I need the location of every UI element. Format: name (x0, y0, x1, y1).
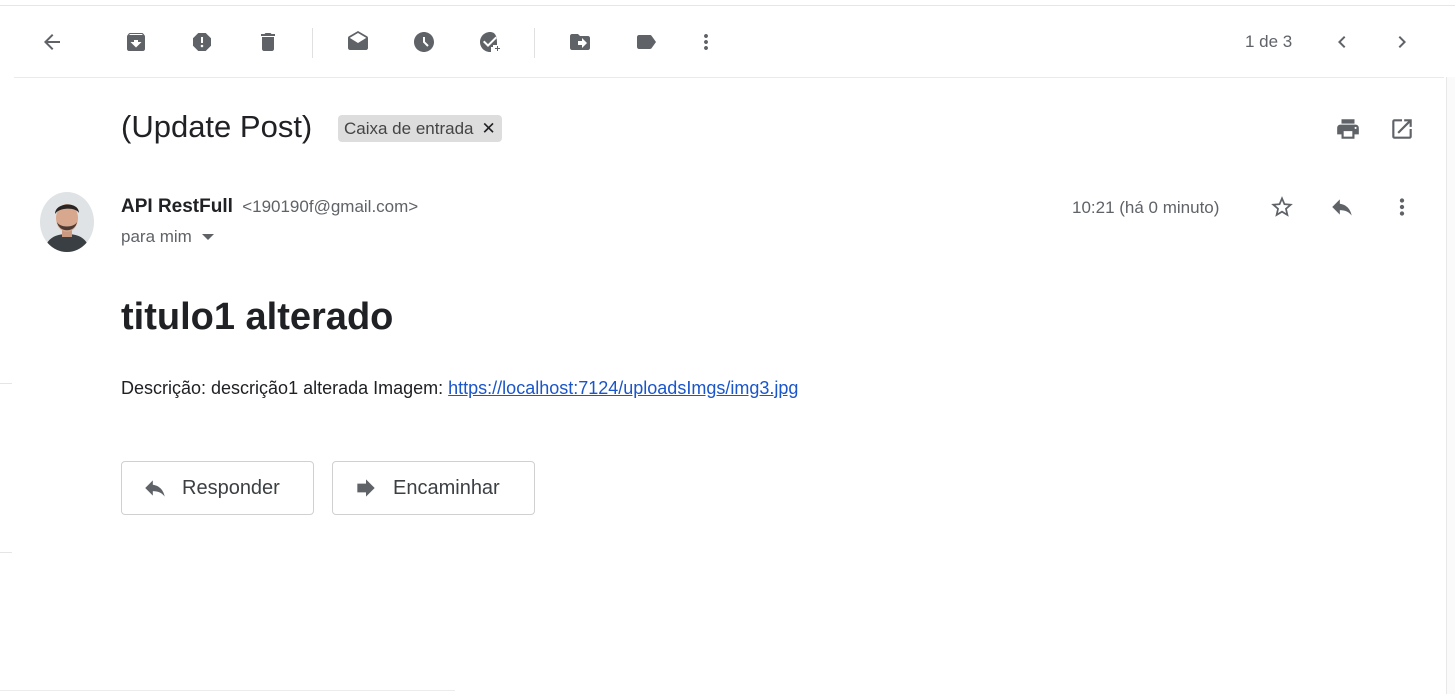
label-chip-text: Caixa de entrada (344, 118, 474, 138)
labels-icon[interactable] (626, 22, 666, 62)
scrollbar[interactable] (1446, 77, 1455, 694)
label-chip-inbox[interactable]: Caixa de entrada ✕ (338, 115, 502, 142)
description-text: Descrição: descrição1 alterada Imagem: (121, 378, 449, 398)
reply-icon[interactable] (1324, 189, 1360, 225)
avatar[interactable] (40, 192, 94, 252)
star-icon[interactable] (1264, 189, 1300, 225)
divider (0, 690, 455, 691)
reply-icon (145, 480, 165, 497)
email-body-heading: titulo1 alterado (121, 296, 394, 338)
toolbar-divider (534, 28, 535, 58)
archive-icon[interactable] (116, 22, 156, 62)
message-time: 10:21 (há 0 minuto) (1072, 198, 1220, 217)
snooze-icon[interactable] (404, 22, 444, 62)
report-spam-icon[interactable] (182, 22, 222, 62)
image-link[interactable]: https://localhost:7124/uploadsImgs/img3.… (448, 378, 798, 398)
chevron-left-icon[interactable] (1322, 22, 1362, 62)
recipient-text: para mim (121, 227, 192, 246)
email-body-text: Descrição: descrição1 alterada Imagem: h… (121, 378, 798, 399)
mark-unread-icon[interactable] (338, 22, 378, 62)
sender-name[interactable]: API RestFull (121, 196, 233, 217)
forward-button[interactable]: Encaminhar (332, 461, 535, 515)
more-vert-icon[interactable] (686, 22, 726, 62)
left-edge-panel (0, 383, 12, 553)
print-icon[interactable] (1330, 111, 1366, 147)
recipient-details-toggle[interactable]: para mim (121, 227, 214, 247)
sender-email: <190190f@gmail.com> (242, 197, 419, 216)
pager-count: 1 de 3 (1245, 32, 1293, 51)
email-subject: (Update Post) (121, 109, 313, 144)
caret-down-icon[interactable] (201, 234, 214, 240)
toolbar-divider (312, 28, 313, 58)
chevron-right-icon[interactable] (1382, 22, 1422, 62)
forward-button-label: Encaminhar (393, 476, 500, 499)
more-vert-icon[interactable] (1384, 189, 1420, 225)
forward-icon (357, 479, 375, 497)
delete-icon[interactable] (248, 22, 288, 62)
back-arrow-icon[interactable] (32, 22, 72, 62)
reply-button-label: Responder (182, 476, 280, 499)
remove-label-icon[interactable]: ✕ (481, 119, 495, 139)
move-to-icon[interactable] (560, 22, 600, 62)
reply-button[interactable]: Responder (121, 461, 314, 515)
sender-line: API RestFull <190190f@gmail.com> (121, 196, 418, 218)
open-new-window-icon[interactable] (1384, 111, 1420, 147)
add-to-tasks-icon[interactable] (470, 22, 510, 62)
message-toolbar: 1 de 3 (14, 6, 1444, 78)
